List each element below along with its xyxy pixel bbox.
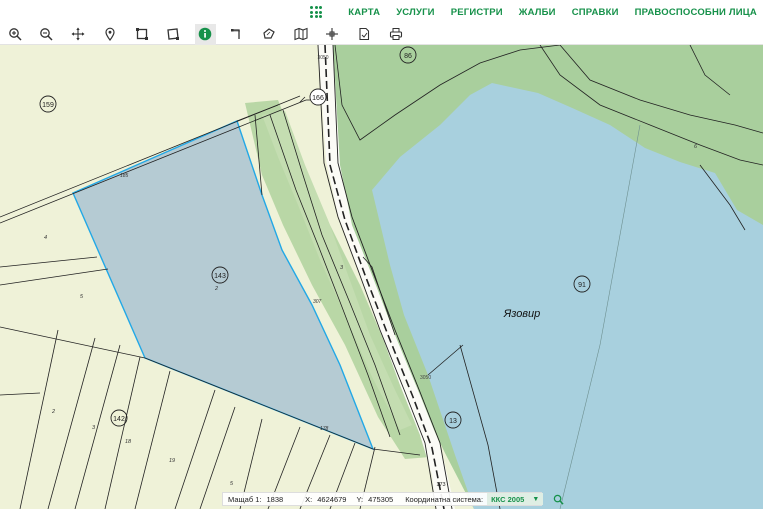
svg-text:13: 13 [449,418,457,425]
boundary-label-185: 185 [120,173,129,179]
cadastral-map[interactable]: 159 166 86 143 91 142 13 173 3050 185 4 … [0,45,763,509]
plot-label: 2 [51,409,55,415]
scale-value: 1838 [266,494,284,504]
road-label-bottom: 3050 [420,375,431,381]
svg-text:166: 166 [312,95,324,102]
map-status-bar: Мащаб 1: 1838 X: 4624679 Y: 475305 Коорд… [222,492,564,506]
print-icon[interactable] [386,24,407,45]
crosshair-icon[interactable] [322,24,343,45]
crs-value: ККС 2005 [491,494,525,504]
search-icon[interactable] [553,493,564,505]
measure-area-icon[interactable] [258,24,279,45]
nav-item-licensed-persons[interactable]: ПРАВОСПОСОБНИ ЛИЦА [635,7,757,18]
location-pin-icon[interactable] [99,24,120,45]
info-icon[interactable] [194,23,216,45]
svg-text:86: 86 [404,53,412,60]
select-rectangle-icon[interactable] [131,24,152,45]
road-label-top: 3050 [317,55,328,61]
plot-label: 4 [44,235,47,241]
svg-text:142: 142 [113,416,125,423]
plot-label: 18 [125,439,132,445]
chevron-down-icon: ▼ [532,495,540,503]
boundary-label-307: 307 [313,299,322,305]
nav-item-inquiries[interactable]: СПРАВКИ [572,7,619,18]
plot-label: 2 [214,286,218,292]
boundary-label-178: 178 [320,426,329,432]
crs-select[interactable]: ККС 2005 ▼ [487,493,544,505]
y-coordinate-value: 475305 [368,494,394,504]
map-toolbar [0,23,763,45]
svg-text:143: 143 [214,273,226,280]
nav-item-complaints[interactable]: ЖАЛБИ [519,7,556,18]
parcel-number-166: 166 [309,88,327,106]
scale-label: Мащаб 1: [228,494,262,504]
plot-label: 19 [169,458,175,464]
grid-apps-icon[interactable] [310,6,323,18]
layers-map-icon[interactable] [290,24,311,45]
zoom-out-icon[interactable] [36,24,57,45]
y-coordinate-label: Y: [356,494,364,504]
svg-text:159: 159 [42,102,54,109]
x-coordinate-value: 4624679 [317,494,347,504]
parcel-number-173: 173 [436,482,445,488]
zoom-in-icon[interactable] [4,24,25,45]
pan-icon[interactable] [68,24,89,45]
top-navigation: КАРТА УСЛУГИ РЕГИСТРИ ЖАЛБИ СПРАВКИ ПРАВ… [0,0,763,24]
nav-item-map[interactable]: КАРТА [348,7,380,18]
x-coordinate-label: X: [305,494,313,504]
document-icon[interactable] [354,24,375,45]
nav-item-registers[interactable]: РЕГИСТРИ [451,7,503,18]
select-polygon-icon[interactable] [163,24,184,45]
nav-item-services[interactable]: УСЛУГИ [396,7,435,18]
measure-distance-icon[interactable] [227,24,248,45]
svg-text:91: 91 [578,282,586,289]
reservoir-label: Язовир [503,308,541,320]
crs-label: Координатна система: [405,494,484,504]
